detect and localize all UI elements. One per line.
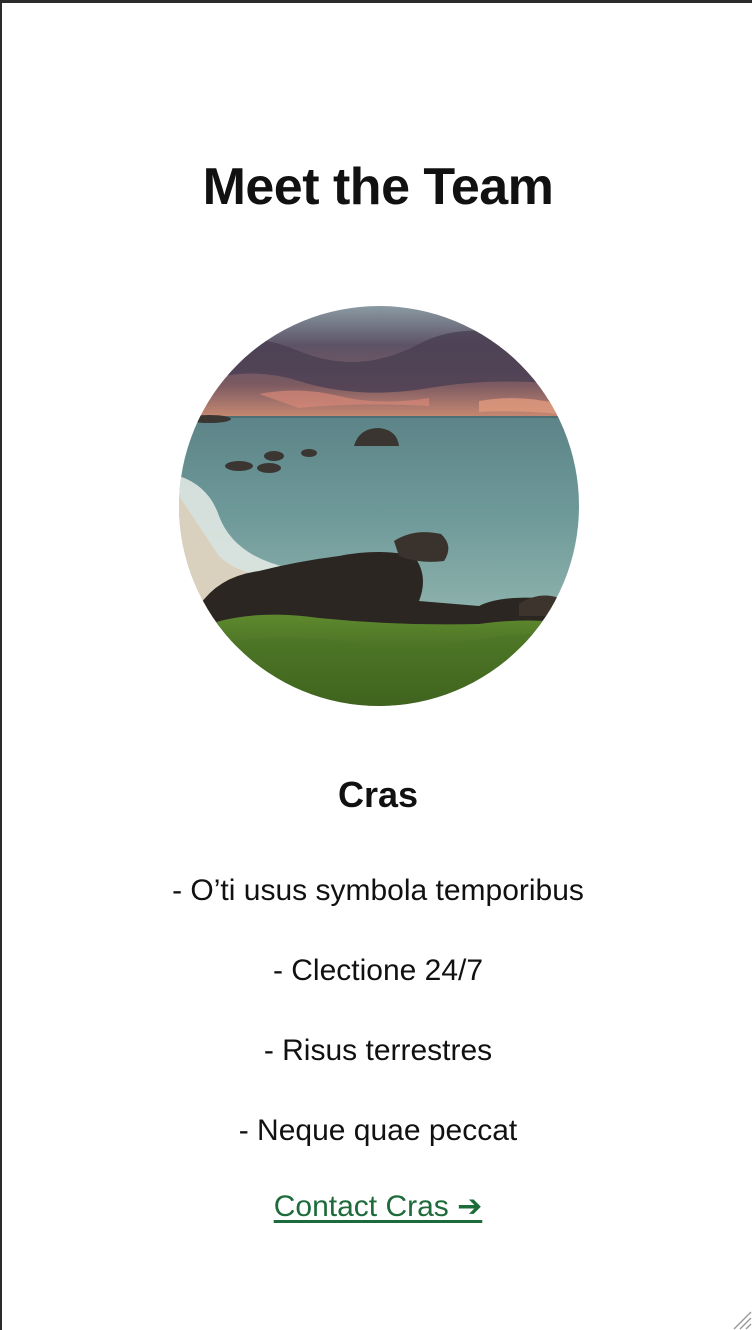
feature-item: - O’ti usus symbola temporibus [172, 874, 584, 907]
coastal-landscape-image [179, 306, 579, 706]
feature-item: - Risus terrestres [263, 1034, 493, 1067]
feature-item: - Neque quae peccat [238, 1114, 518, 1147]
team-member-photo [179, 306, 579, 706]
contact-link[interactable]: Contact Cras ➔ [2, 1187, 752, 1227]
resize-grip-icon[interactable] [730, 1308, 752, 1330]
page-frame: Meet the Team Cras - O’ti usus symbola t… [0, 0, 752, 1330]
feature-item: - Clectione 24/7 [272, 954, 484, 987]
page-title: Meet the Team [202, 158, 554, 216]
member-name: Cras [337, 774, 419, 815]
